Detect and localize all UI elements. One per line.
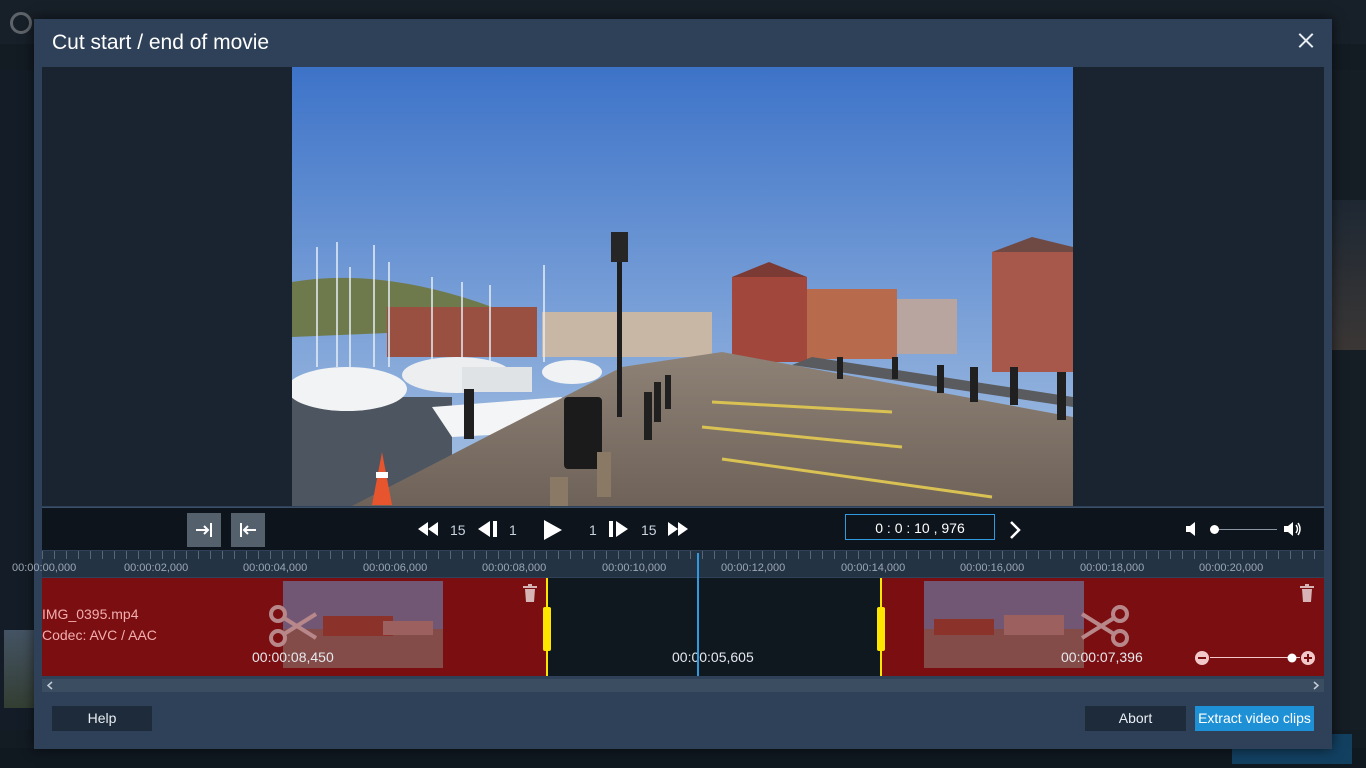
ruler-label: 00:00:00,000 [12, 562, 76, 574]
clip-codec: Codec: AVC / AAC [42, 627, 157, 643]
cut-start-handle[interactable] [543, 607, 551, 651]
video-preview-area [42, 67, 1324, 506]
timeline-scrollbar[interactable] [42, 679, 1324, 692]
set-start-button[interactable] [187, 513, 221, 547]
ruler-label: 00:00:18,000 [1080, 562, 1144, 574]
step-forward-icon[interactable] [608, 521, 628, 537]
dialog-title: Cut start / end of movie [52, 31, 269, 55]
kept-duration: 00:00:05,605 [672, 649, 754, 665]
zoom-in-icon[interactable] [1300, 650, 1316, 666]
chevron-left-icon[interactable] [46, 681, 54, 690]
delete-segment-icon[interactable] [1299, 584, 1315, 602]
ruler-label: 00:00:12,000 [721, 562, 785, 574]
fast-forward-icon[interactable] [666, 522, 688, 536]
ruler-label: 00:00:10,000 [602, 562, 666, 574]
scissors-icon [1078, 604, 1130, 648]
extract-video-clips-button[interactable]: Extract video clips [1195, 706, 1314, 731]
timeline-ruler[interactable]: 00:00:00,000 00:00:02,000 00:00:04,000 0… [42, 551, 1324, 577]
volume-mute-icon[interactable] [1186, 522, 1198, 536]
chevron-right-icon[interactable] [1009, 520, 1021, 540]
clip-track[interactable]: IMG_0395.mp4 Codec: AVC / AAC [42, 578, 1324, 676]
ruler-label: 00:00:16,000 [960, 562, 1024, 574]
play-icon[interactable] [544, 520, 562, 540]
cut-end-handle[interactable] [877, 607, 885, 651]
mark-in-icon [187, 513, 221, 547]
zoom-slider-handle[interactable] [1287, 653, 1297, 663]
marina-scene-image [292, 67, 1073, 506]
ruler-label: 00:00:02,000 [124, 562, 188, 574]
cut-movie-dialog: Cut start / end of movie [34, 19, 1332, 749]
ruler-ticks [42, 551, 1324, 559]
zoom-out-icon[interactable] [1194, 650, 1210, 666]
skip-back-large-label: 15 [450, 522, 466, 538]
chevron-right-icon[interactable] [1312, 681, 1320, 690]
timecode-input[interactable]: 0 : 0 : 10 , 976 [845, 514, 995, 540]
ruler-label: 00:00:14,000 [841, 562, 905, 574]
volume-slider-handle[interactable] [1210, 525, 1219, 534]
video-frame [292, 67, 1073, 506]
set-end-button[interactable] [231, 513, 265, 547]
playback-controls: 15 1 1 15 0 : 0 : 10 , 976 [42, 507, 1324, 550]
ruler-label: 00:00:20,000 [1199, 562, 1263, 574]
left-cut-duration: 00:00:08,450 [252, 649, 334, 665]
skip-back-small-label: 1 [509, 522, 517, 538]
skip-forward-small-label: 1 [589, 522, 597, 538]
close-icon[interactable] [1294, 29, 1318, 53]
volume-up-icon[interactable] [1284, 521, 1302, 537]
scissors-icon [268, 604, 320, 648]
skip-forward-large-label: 15 [641, 522, 657, 538]
clip-thumbnail [924, 581, 1084, 668]
help-button[interactable]: Help [52, 706, 152, 731]
right-cut-duration: 00:00:07,396 [1061, 649, 1143, 665]
rewind-icon[interactable] [418, 522, 440, 536]
ruler-label: 00:00:04,000 [243, 562, 307, 574]
playhead[interactable] [697, 553, 699, 676]
ruler-label: 00:00:06,000 [363, 562, 427, 574]
abort-button[interactable]: Abort [1085, 706, 1186, 731]
volume-slider-track[interactable] [1217, 529, 1277, 530]
delete-segment-icon[interactable] [522, 584, 538, 602]
clip-filename: IMG_0395.mp4 [42, 606, 139, 622]
step-back-icon[interactable] [478, 521, 498, 537]
ruler-label: 00:00:08,000 [482, 562, 546, 574]
mark-out-icon [231, 513, 265, 547]
